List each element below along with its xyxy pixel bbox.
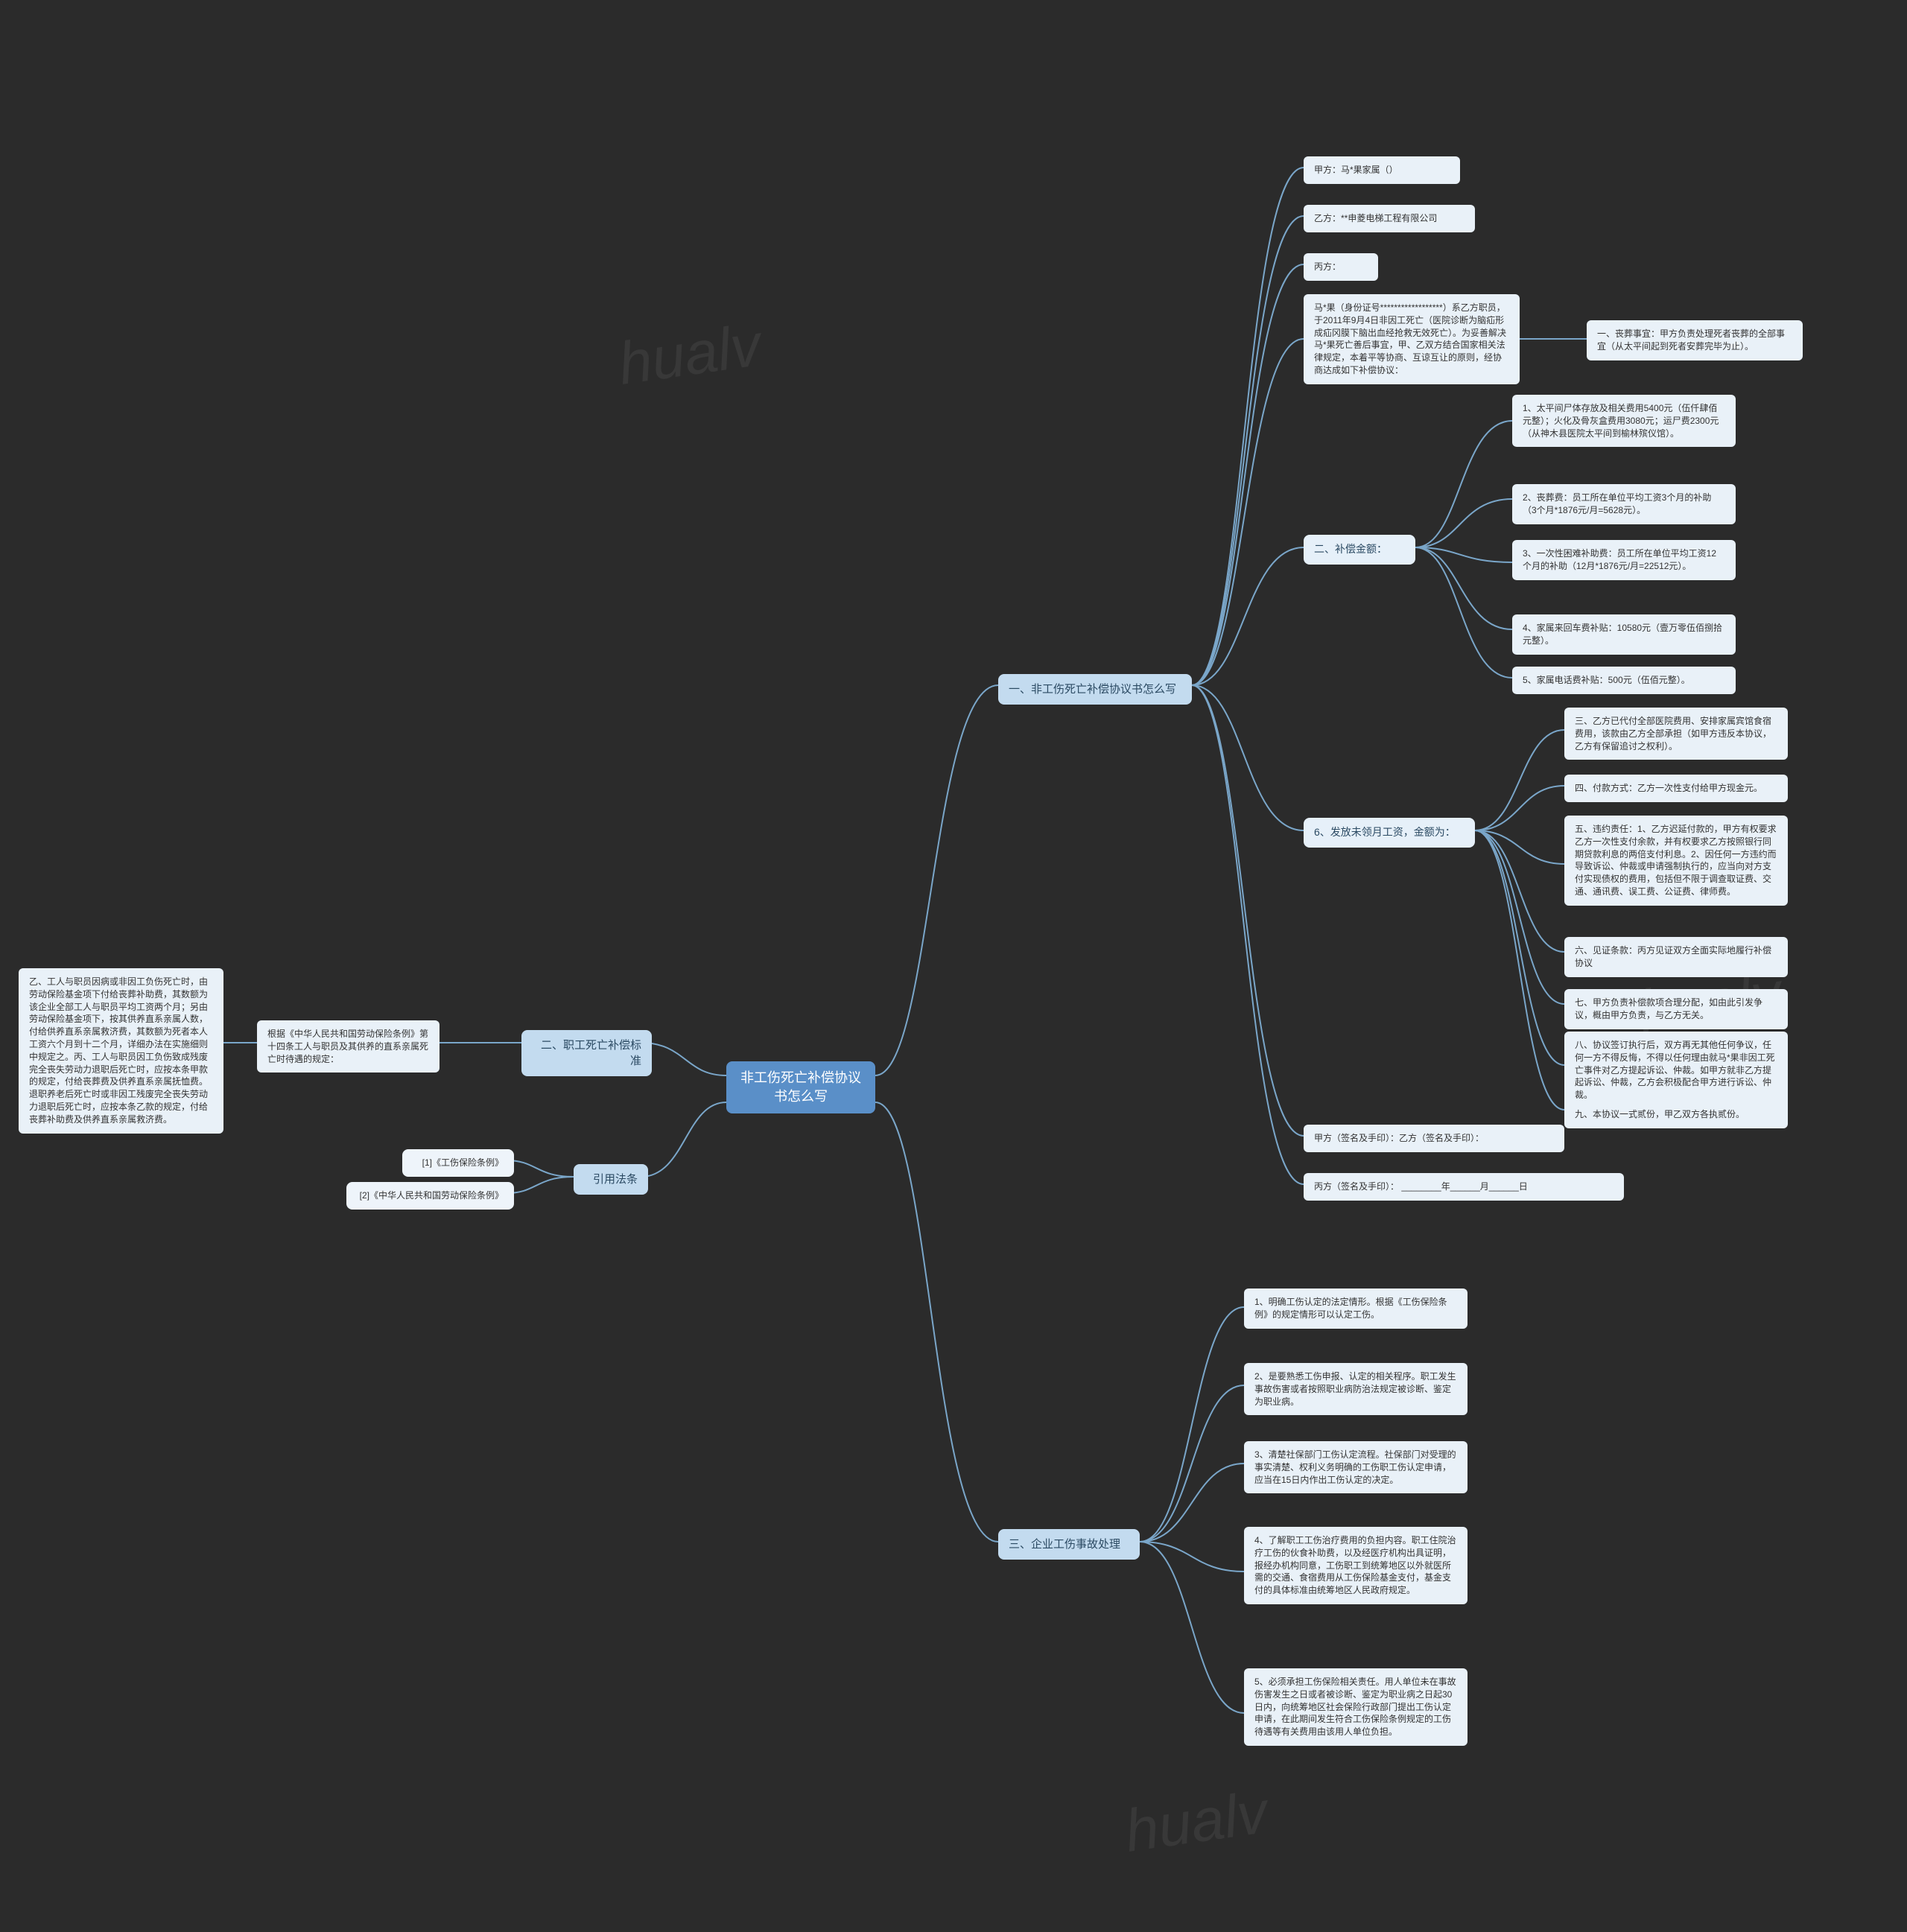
watermark: hualv: [1121, 1778, 1272, 1866]
node-signature-2[interactable]: 丙方（签名及手印）： ________年______月______日: [1304, 1173, 1624, 1201]
branch-cite[interactable]: 引用法条: [574, 1164, 648, 1195]
node-party-b[interactable]: 乙方：**申菱电梯工程有限公司: [1304, 205, 1475, 232]
node-b3-2[interactable]: 2、是要熟悉工伤申报、认定的相关程序。职工发生事故伤害或者按照职业病防治法规定被…: [1244, 1363, 1467, 1415]
node-c6-5[interactable]: 五、违约责任：1、乙方迟延付款的，甲方有权要求乙方一次性支付余款，并有权要求乙方…: [1564, 816, 1788, 906]
node-c6-4[interactable]: 四、付款方式：乙方一次性支付给甲方现金元。: [1564, 775, 1788, 802]
node-c2-3[interactable]: 3、一次性困难补助费：员工所在单位平均工资12个月的补助（12月*1876元/月…: [1512, 540, 1736, 580]
node-signature-1[interactable]: 甲方（签名及手印）：乙方（签名及手印）：: [1304, 1125, 1564, 1152]
branch-section-2[interactable]: 二、职工死亡补偿标准: [521, 1030, 652, 1076]
node-preamble[interactable]: 马*果（身份证号******************）系乙方职员，于2011年9…: [1304, 294, 1520, 384]
node-c6-6[interactable]: 六、见证条款：丙方见证双方全面实际地履行补偿协议: [1564, 937, 1788, 977]
node-c2-1[interactable]: 1、太平间尸体存放及相关费用5400元（伍仟肆佰元整）；火化及骨灰盒费用3080…: [1512, 395, 1736, 447]
node-c6-9[interactable]: 九、本协议一式贰份，甲乙双方各执贰份。: [1564, 1101, 1788, 1128]
branch-section-3[interactable]: 三、企业工伤事故处理: [998, 1529, 1140, 1560]
root-label: 非工伤死亡补偿协议书怎么写: [740, 1070, 861, 1104]
watermark: hualv: [615, 311, 765, 398]
mindmap-canvas: hualv hualv hualv: [0, 0, 1907, 1932]
root-node[interactable]: 非工伤死亡补偿协议书怎么写: [726, 1061, 875, 1113]
node-b2-sub[interactable]: 根据《中华人民共和国劳动保险条例》第十四条工人与职员及其供养的直系亲属死亡时待遇…: [257, 1020, 440, 1073]
node-b3-1[interactable]: 1、明确工伤认定的法定情形。根据《工伤保险条例》的规定情形可以认定工伤。: [1244, 1288, 1467, 1329]
node-c2-2[interactable]: 2、丧葬费：员工所在单位平均工资3个月的补助（3个月*1876元/月=5628元…: [1512, 484, 1736, 524]
node-cite-1[interactable]: [1]《工伤保险条例》: [402, 1149, 514, 1177]
node-b3-4[interactable]: 4、了解职工工伤治疗费用的负担内容。职工住院治疗工伤的伙食补助费，以及经医疗机构…: [1244, 1527, 1467, 1604]
node-c6-8[interactable]: 八、协议签订执行后，双方再无其他任何争议，任何一方不得反悔，不得以任何理由就马*…: [1564, 1032, 1788, 1109]
node-party-c[interactable]: 丙方：: [1304, 253, 1378, 281]
node-clause-2-title[interactable]: 二、补偿金额：: [1304, 535, 1415, 565]
node-cite-2[interactable]: [2]《中华人民共和国劳动保险条例》: [346, 1182, 514, 1210]
node-party-a[interactable]: 甲方：马*果家属（）: [1304, 156, 1460, 184]
node-b2-detail[interactable]: 乙、工人与职员因病或非因工负伤死亡时，由劳动保险基金项下付给丧葬补助费，其数额为…: [19, 968, 223, 1134]
node-c6-7[interactable]: 七、甲方负责补偿款项合理分配，如由此引发争议，概由甲方负责，与乙方无关。: [1564, 989, 1788, 1029]
node-b3-3[interactable]: 3、清楚社保部门工伤认定流程。社保部门对受理的事实清楚、权利义务明确的工伤职工伤…: [1244, 1441, 1467, 1493]
branch-section-1[interactable]: 一、非工伤死亡补偿协议书怎么写: [998, 674, 1192, 705]
node-b3-5[interactable]: 5、必须承担工伤保险相关责任。用人单位未在事故伤害发生之日或者被诊断、鉴定为职业…: [1244, 1668, 1467, 1746]
node-c2-4[interactable]: 4、家属来回车费补贴：10580元（壹万零伍佰捌拾元整）。: [1512, 614, 1736, 655]
node-c6-3[interactable]: 三、乙方已代付全部医院费用、安排家属宾馆食宿费用，该款由乙方全部承担（如甲方违反…: [1564, 708, 1788, 760]
branch-1-label: 一、非工伤死亡补偿协议书怎么写: [1009, 683, 1176, 696]
node-clause-1[interactable]: 一、丧葬事宜：甲方负责处理死者丧葬的全部事宜（从太平间起到死者安葬完毕为止）。: [1587, 320, 1803, 360]
node-c2-5[interactable]: 5、家属电话费补贴：500元（伍佰元整）。: [1512, 667, 1736, 694]
node-clause-6-title[interactable]: 6、发放未领月工资，金额为：: [1304, 818, 1475, 848]
